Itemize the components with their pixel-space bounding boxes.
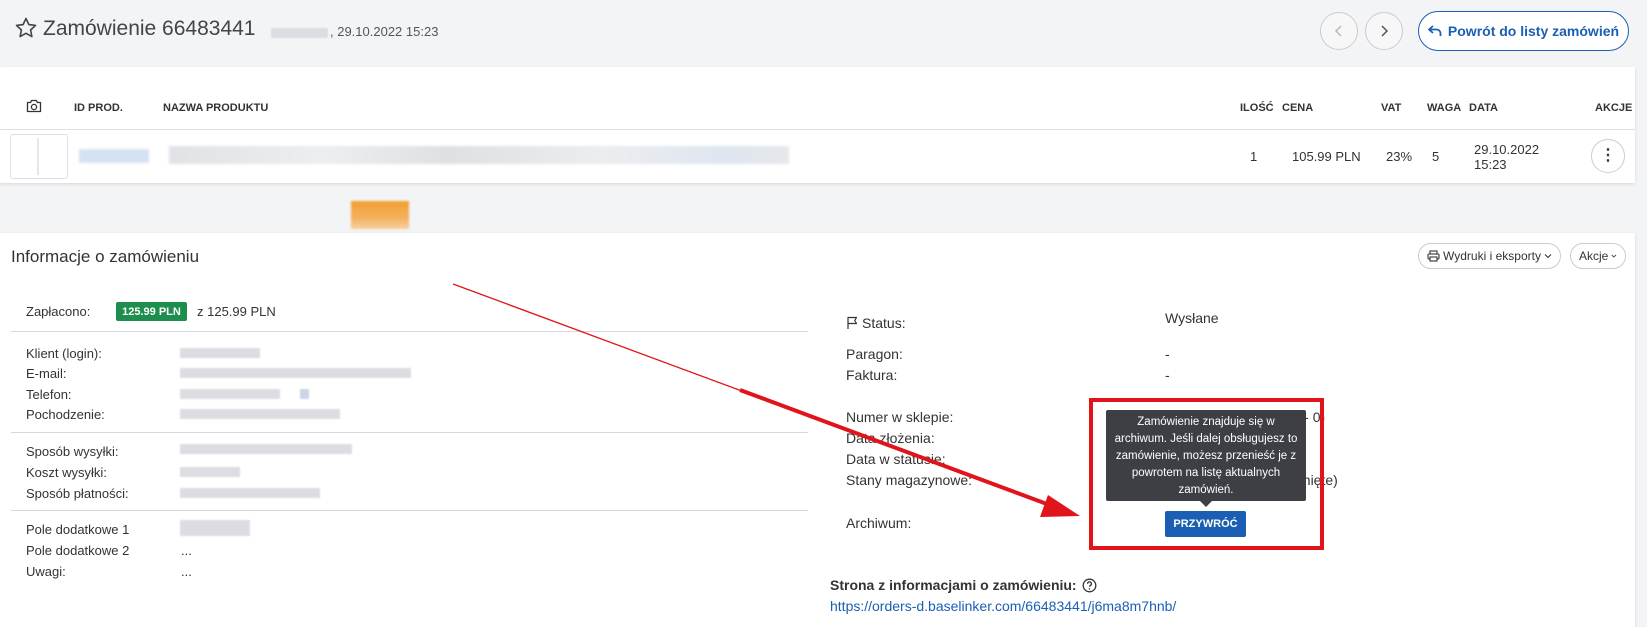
redacted-product-name[interactable] [169, 146, 789, 164]
prints-exports-button[interactable]: Wydruki i eksporty [1418, 243, 1561, 269]
chevron-right-icon [1381, 25, 1389, 37]
shipping-method-label: Sposób wysyłki: [26, 444, 119, 459]
column-header-qty[interactable]: ILOŚĆ [1240, 102, 1274, 114]
invoice-label: Faktura: [846, 367, 898, 383]
help-circle-icon[interactable] [1082, 578, 1097, 593]
product-vat: 23% [1386, 149, 1413, 164]
status-value[interactable]: Wysłane [1165, 310, 1219, 326]
redacted-client-login[interactable] [180, 348, 260, 358]
product-date: 29.10.2022 15:23 [1474, 142, 1540, 172]
divider [11, 510, 808, 511]
redacted-phone[interactable] [180, 389, 280, 399]
divider [0, 129, 1635, 130]
printer-icon [1427, 250, 1440, 262]
previous-order-button[interactable] [1320, 12, 1358, 50]
row-actions-button[interactable]: ⋮ [1591, 139, 1625, 173]
status-label: Status: [846, 315, 906, 331]
paid-amount-badge: 125.99 PLN [116, 302, 187, 321]
extra-field-2-value[interactable]: ... [181, 543, 192, 558]
redacted-value [271, 27, 328, 38]
client-login-label: Klient (login): [26, 346, 102, 361]
redacted-origin [180, 409, 340, 419]
email-label: E-mail: [26, 366, 67, 381]
receipt-value: - [1165, 346, 1170, 362]
chevron-down-icon [1611, 254, 1617, 258]
phone-label: Telefon: [26, 387, 72, 402]
next-order-button[interactable] [1365, 12, 1403, 50]
actions-dropdown-button[interactable]: Akcje [1570, 243, 1626, 269]
back-to-order-list-button[interactable]: Powrót do listy zamówień [1418, 11, 1629, 51]
redacted-shipping-method [180, 444, 352, 454]
notes-value[interactable]: ... [181, 564, 192, 579]
extra-field-2-label: Pole dodatkowe 2 [26, 543, 130, 558]
invoice-value: - [1165, 367, 1170, 383]
column-header-id[interactable]: ID PROD. [74, 102, 123, 114]
product-qty: 1 [1250, 149, 1258, 164]
origin-label: Pochodzenie: [26, 407, 105, 422]
flag-icon [847, 316, 858, 329]
products-table: ID PROD. NAZWA PRODUKTU ILOŚĆ CENA VAT W… [0, 67, 1635, 183]
more-vertical-icon: ⋮ [1600, 147, 1616, 164]
order-page-link[interactable]: https://orders-d.baselinker.com/66483441… [830, 598, 1176, 614]
chevron-left-icon [1334, 25, 1342, 37]
star-icon[interactable] [14, 16, 38, 40]
chevron-down-icon [1544, 254, 1552, 259]
product-price: 105.99 PLN [1292, 149, 1361, 164]
divider [11, 331, 808, 332]
phone-icon[interactable] [300, 389, 309, 399]
section-title: Informacje o zamówieniu [11, 247, 200, 266]
archive-label: Archiwum: [846, 515, 912, 531]
order-date: , 29.10.2022 15:23 [271, 24, 438, 39]
redacted-extra-field-1[interactable] [180, 520, 250, 536]
undo-arrow-icon [1428, 25, 1442, 36]
product-thumbnail[interactable] [10, 134, 68, 179]
paid-label: Zapłacono: [26, 304, 91, 319]
redacted-shipping-cost [180, 467, 240, 477]
shipping-cost-label: Koszt wysyłki: [26, 465, 107, 480]
order-placed-label: Data złożenia: [846, 430, 935, 446]
divider [11, 432, 808, 433]
receipt-label: Paragon: [846, 346, 903, 362]
extra-field-1-label: Pole dodatkowe 1 [26, 522, 130, 537]
paid-total: z 125.99 PLN [197, 304, 276, 319]
annotation-highlight-box [1089, 398, 1324, 550]
redacted-email[interactable] [180, 368, 411, 378]
order-info-panel: Informacje o zamówieniu Wydruki i ekspor… [0, 233, 1635, 627]
redacted-courier-logo [351, 201, 409, 229]
order-header: Zamówienie 66483441 , 29.10.2022 15:23 P… [0, 0, 1647, 62]
payment-method-label: Sposób płatności: [26, 486, 129, 501]
shop-number-label: Numer w sklepie: [846, 409, 954, 425]
notes-label: Uwagi: [26, 564, 66, 579]
column-header-actions: AKCJE [1595, 102, 1633, 114]
page-title: Zamówienie 66483441 [43, 17, 256, 40]
product-weight: 5 [1432, 149, 1440, 164]
column-header-name[interactable]: NAZWA PRODUKTU [163, 102, 268, 114]
column-header-date[interactable]: DATA [1469, 102, 1498, 114]
stock-label: Stany magazynowe: [846, 472, 973, 488]
redacted-payment-method [180, 488, 320, 498]
order-page-info-label: Strona z informacjami o zamówieniu: [830, 577, 1097, 593]
redacted-product-id[interactable] [79, 149, 149, 163]
camera-icon [26, 99, 42, 113]
column-header-price[interactable]: CENA [1282, 102, 1313, 114]
column-header-vat[interactable]: VAT [1381, 102, 1401, 114]
column-header-weight[interactable]: WAGA [1427, 102, 1461, 114]
status-date-label: Data w statusie: [846, 451, 946, 467]
